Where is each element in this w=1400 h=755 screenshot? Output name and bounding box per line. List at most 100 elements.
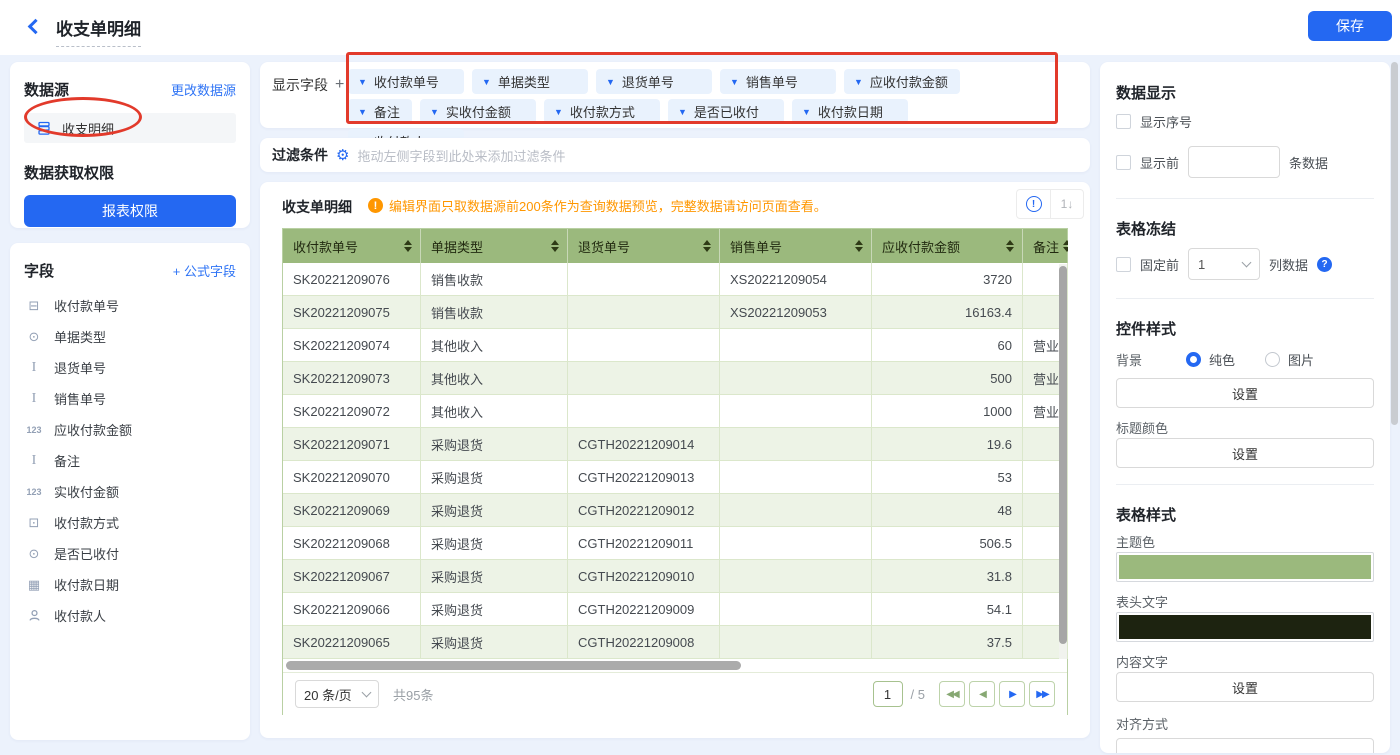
help-icon[interactable]: ? [1317,257,1332,272]
id-card-icon: ⊟ [24,298,44,314]
datasource-item[interactable]: 收支明细 [24,113,236,143]
image-radio[interactable] [1265,352,1280,367]
save-button[interactable]: 保存 [1308,11,1392,41]
back-icon[interactable] [28,19,44,35]
horizontal-scroll-thumb[interactable] [286,661,741,670]
field-item[interactable]: ⊡收付款方式 [10,507,250,538]
field-item-label: 收付款单号 [54,296,119,315]
info-icon: ! [1026,196,1042,212]
table-cell: 3720 [872,263,1023,296]
background-set-button[interactable]: 设置 [1116,378,1374,408]
preview-title: 收支单明细 [282,197,352,217]
freeze-checkbox[interactable] [1116,257,1131,272]
column-header[interactable]: 应收付款金额 [872,229,1023,263]
chevron-down-icon [362,688,372,698]
sort-icon[interactable] [855,240,863,252]
sort-icon[interactable] [1063,240,1068,252]
widget-style-title: 控件样式 [1116,318,1374,339]
chevron-down-icon: ▼ [482,77,491,87]
display-field-chip[interactable]: ▼单据类型 [472,69,588,94]
field-item[interactable]: I销售单号 [10,383,250,414]
display-field-chip[interactable]: ▼应收付款金额 [844,69,960,94]
field-item[interactable]: 收付款人 [10,600,250,631]
column-header-label: 备注 [1033,237,1059,256]
sort-icon[interactable] [404,240,412,252]
sort-icon[interactable] [551,240,559,252]
table-cell: 采购退货 [421,494,568,527]
show-top-before-label: 显示前 [1140,153,1179,172]
display-field-chip[interactable]: ▼收付款日期 [792,99,908,124]
vertical-scroll-thumb[interactable] [1059,266,1067,644]
page-size-select[interactable]: 20 条/页 [295,680,379,708]
align-control-partial[interactable] [1116,738,1374,753]
field-item[interactable]: 123实收付金额 [10,476,250,507]
display-field-chip[interactable]: ▼收付款单号 [348,69,464,94]
sort-icon[interactable] [703,240,711,252]
title-color-set-button[interactable]: 设置 [1116,438,1374,468]
add-display-field-button[interactable]: + [335,76,344,94]
filter-settings-gear-icon[interactable]: ⚙ [336,146,349,164]
table-horizontal-scrollbar[interactable] [283,659,1067,672]
column-header[interactable]: 销售单号 [720,229,872,263]
field-item[interactable]: 123应收付款金额 [10,414,250,445]
page-scrollbar[interactable] [1391,62,1398,425]
display-field-chip[interactable]: ▼实收付金额 [420,99,536,124]
page-number-input[interactable]: 1 [873,681,903,707]
chevron-down-icon: ▼ [854,77,863,87]
table-cell [720,494,872,527]
next-page-button[interactable]: ▶ [999,681,1025,707]
display-fields-label: 显示字段 [272,75,328,95]
first-page-button[interactable]: ◀◀ [939,681,965,707]
field-item[interactable]: ⊙单据类型 [10,321,250,352]
freeze-count-select[interactable]: 1 [1188,248,1260,280]
table-cell: CGTH20221209014 [568,428,720,461]
display-field-chip[interactable]: ▼备注 [348,99,412,124]
sort-icon[interactable] [1006,240,1014,252]
column-header[interactable]: 退货单号 [568,229,720,263]
table-cell: 506.5 [872,527,1023,560]
show-top-checkbox[interactable] [1116,155,1131,170]
image-label: 图片 [1288,350,1314,369]
filter-dropzone-placeholder[interactable]: 拖动左侧字段到此处来添加过滤条件 [357,146,565,165]
column-header-label: 收付款单号 [293,237,358,256]
table-cell: 采购退货 [421,593,568,626]
table-cell [720,395,872,428]
solid-color-radio[interactable] [1186,352,1201,367]
table-cell: CGTH20221209013 [568,461,720,494]
table-vertical-scrollbar[interactable] [1059,264,1067,659]
table-cell: CGTH20221209008 [568,626,720,659]
display-field-chip[interactable]: ▼是否已收付 [668,99,784,124]
field-item-label: 是否已收付 [54,544,119,563]
field-item[interactable]: I备注 [10,445,250,476]
last-page-button[interactable]: ▶▶ [1029,681,1055,707]
show-index-checkbox[interactable] [1116,114,1131,129]
field-item[interactable]: I退货单号 [10,352,250,383]
fields-title: 字段 [24,260,54,281]
header-text-swatch[interactable] [1116,612,1374,642]
info-button[interactable]: ! [1017,190,1050,218]
solid-color-label: 纯色 [1209,350,1235,369]
field-item[interactable]: ⊟ 收付款单号 [10,290,250,321]
column-header[interactable]: 单据类型 [421,229,568,263]
column-header[interactable]: 备注 [1023,229,1068,263]
field-item-label: 收付款方式 [54,513,119,532]
display-field-chip[interactable]: ▼退货单号 [596,69,712,94]
sort-order-button[interactable]: 1↓ [1050,190,1083,218]
chevron-down-icon: ▼ [606,77,615,87]
field-item[interactable]: ⊙是否已收付 [10,538,250,569]
report-permission-button[interactable]: 报表权限 [24,195,236,227]
change-datasource-link[interactable]: 更改数据源 [171,80,236,99]
align-label: 对齐方式 [1116,714,1374,733]
theme-color-swatch[interactable] [1116,552,1374,582]
content-text-set-button[interactable]: 设置 [1116,672,1374,702]
number-icon: 123 [24,487,44,497]
table-row: SK20221209069采购退货CGTH2022120901248 [283,494,1067,527]
column-header[interactable]: 收付款单号 [283,229,421,263]
display-field-chip[interactable]: ▼销售单号 [720,69,836,94]
add-formula-field-link[interactable]: + 公式字段 [173,261,236,280]
filter-title: 过滤条件 [272,145,328,165]
field-item[interactable]: ▦收付款日期 [10,569,250,600]
prev-page-button[interactable]: ◀ [969,681,995,707]
show-top-count-input[interactable] [1188,146,1280,178]
display-field-chip[interactable]: ▼收付款方式 [544,99,660,124]
